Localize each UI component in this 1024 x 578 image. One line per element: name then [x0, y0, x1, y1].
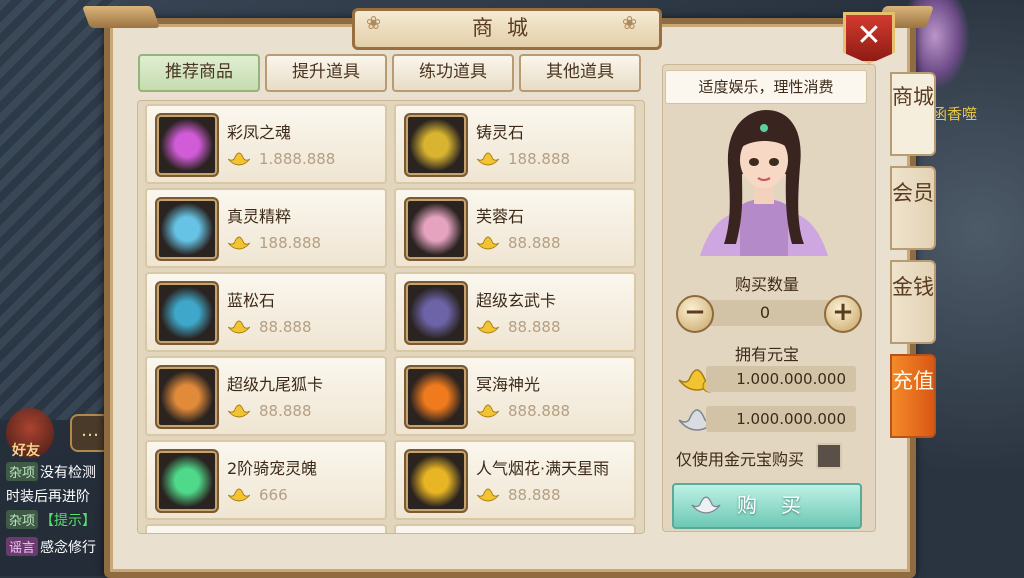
item-price: 888.888: [508, 402, 571, 420]
item-price: 188.888: [508, 150, 571, 168]
item-card[interactable]: 冥海神光 888.888: [394, 356, 636, 436]
item-card[interactable]: 芙蓉石 88.888: [394, 188, 636, 268]
gold-ingot-icon: [476, 152, 500, 166]
item-price: 88.888: [259, 402, 312, 420]
item-name: 冥海神光: [476, 375, 541, 394]
gold-ingot-icon: [227, 320, 251, 334]
item-name: 真灵精粹: [227, 207, 292, 226]
item-price: 666: [259, 486, 288, 504]
mount-soul-icon: [155, 449, 219, 513]
chat-line: 杂项 【提示】: [6, 510, 96, 530]
gold-ingot-balance: 1.000.000.000: [706, 366, 856, 392]
chat-line: 时装后再进阶: [6, 486, 90, 506]
xuanwu-card-icon: [404, 281, 468, 345]
turquoise-icon: [155, 281, 219, 345]
buy-button-label: 购买: [737, 493, 825, 517]
gold-ingot-icon: [476, 320, 500, 334]
side-tab-recharge[interactable]: 充值: [890, 354, 936, 438]
casting-stone-icon: [404, 113, 468, 177]
moderation-notice: 适度娱乐，理性消费: [665, 70, 867, 104]
item-card[interactable]: 2阶骑宠灵魄 666: [145, 440, 387, 520]
item-name: 铸灵石: [476, 123, 525, 142]
decrease-quantity-button[interactable]: −: [676, 295, 714, 333]
item-card[interactable]: 真灵精粹 188.888: [145, 188, 387, 268]
gold-ingot-icon: [227, 404, 251, 418]
item-price: 88.888: [508, 486, 561, 504]
quantity-label: 购买数量: [735, 275, 800, 294]
firework-icon: [404, 449, 468, 513]
background-player-name: 函香噬: [932, 105, 978, 123]
item-card[interactable]: 铸灵石 188.888: [394, 104, 636, 184]
item-grid[interactable]: 彩凤之魂 1.888.888 铸灵石 188.888 真灵精粹 188.888 芙蓉石 88.…: [137, 100, 645, 534]
silver-ingot-balance: 1.000.000.000: [706, 406, 856, 432]
cloud-ornament-icon: ❀: [622, 13, 638, 34]
divine-light-icon: [404, 365, 468, 429]
gold-only-checkbox[interactable]: [816, 443, 842, 469]
chat-text: 没有检测: [40, 465, 97, 481]
item-price: 88.888: [508, 234, 561, 252]
shop-npc-portrait: [700, 110, 828, 256]
chat-tag: 杂项: [6, 510, 39, 529]
gold-ingot-icon: [476, 236, 500, 250]
item-name: 芙蓉石: [476, 207, 525, 226]
gold-ingot-icon: [227, 236, 251, 250]
side-tab-shop[interactable]: 商城: [890, 72, 936, 156]
panel-corner-ornament: [81, 6, 161, 28]
item-card[interactable]: 蓝松石 88.888: [145, 272, 387, 352]
item-price: 1.888.888: [259, 150, 336, 168]
item-price: 88.888: [259, 318, 312, 336]
buy-button[interactable]: 购买: [672, 483, 862, 529]
chat-text: 【提示】: [40, 513, 97, 529]
nine-tail-fox-card-icon: [155, 365, 219, 429]
item-name: 2阶骑宠灵魄: [227, 459, 318, 478]
item-card[interactable]: [394, 524, 636, 533]
increase-quantity-button[interactable]: +: [824, 295, 862, 333]
chat-line: 谣言 感念修行: [6, 537, 96, 557]
gold-ingot-icon: [227, 488, 251, 502]
roof-tiles-background: [0, 0, 120, 420]
chat-tag: 谣言: [6, 537, 39, 556]
item-name: 彩凤之魂: [227, 123, 292, 142]
chat-text: 时装后再进阶: [6, 489, 90, 505]
rose-quartz-icon: [404, 197, 468, 261]
gold-ingot-icon: [227, 152, 251, 166]
spirit-essence-icon: [155, 197, 219, 261]
item-card[interactable]: [145, 524, 387, 533]
gold-ingot-icon: [476, 488, 500, 502]
friends-label: 好友: [12, 443, 40, 459]
tab-training-items[interactable]: 练功道具: [392, 54, 514, 92]
item-name: 人气烟花·满天星雨: [476, 459, 610, 478]
side-tab-money[interactable]: 金钱: [890, 260, 936, 344]
gold-ingot-icon: [476, 404, 500, 418]
phoenix-soul-icon: [155, 113, 219, 177]
chat-line: 杂项 没有检测: [6, 462, 96, 482]
item-name: 超级玄武卡: [476, 291, 557, 310]
gold-only-label: 仅使用金元宝购买: [676, 450, 805, 469]
item-card[interactable]: 超级玄武卡 88.888: [394, 272, 636, 352]
silver-ingot-icon: [691, 496, 721, 514]
item-name: 超级九尾狐卡: [227, 375, 324, 394]
tab-recommended[interactable]: 推荐商品: [138, 54, 260, 92]
tab-upgrade-items[interactable]: 提升道具: [265, 54, 387, 92]
item-card[interactable]: 彩凤之魂 1.888.888: [145, 104, 387, 184]
cloud-ornament-icon: ❀: [366, 13, 382, 34]
chat-tag: 杂项: [6, 462, 39, 481]
tab-other-items[interactable]: 其他道具: [519, 54, 641, 92]
owned-ingots-label: 拥有元宝: [735, 345, 800, 364]
side-tab-membership[interactable]: 会员: [890, 166, 936, 250]
item-card[interactable]: 超级九尾狐卡 88.888: [145, 356, 387, 436]
item-price: 188.888: [259, 234, 322, 252]
item-card[interactable]: 人气烟花·满天星雨 88.888: [394, 440, 636, 520]
shop-title: 商城: [352, 8, 662, 50]
chat-text: 感念修行: [40, 540, 97, 556]
item-price: 88.888: [508, 318, 561, 336]
item-name: 蓝松石: [227, 291, 276, 310]
